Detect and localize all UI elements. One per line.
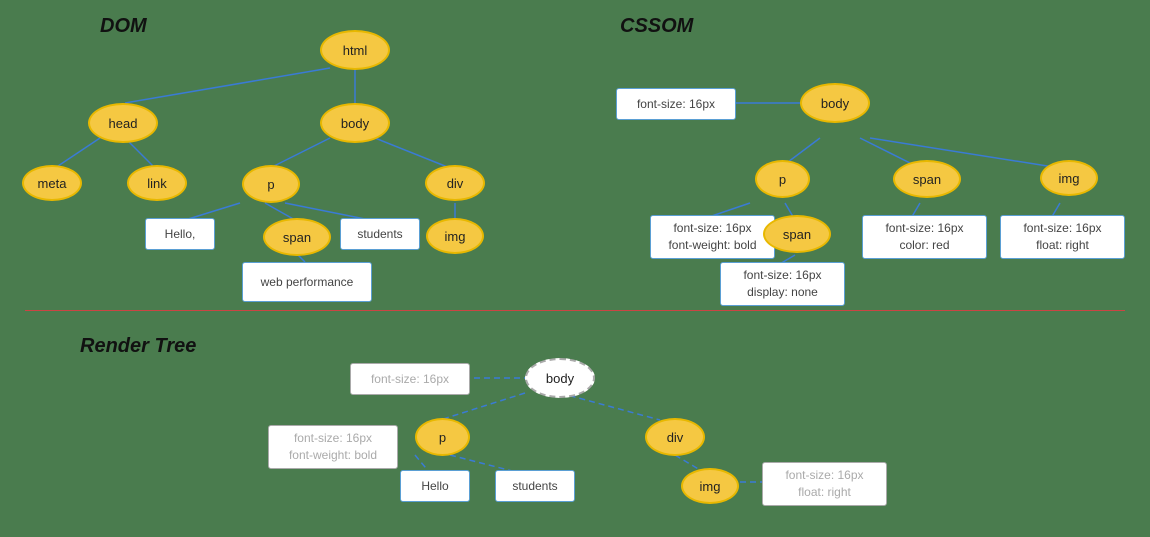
cssom-rule-span-inner-rect: font-size: 16pxdisplay: none (720, 262, 845, 306)
render-rule-body-rect: font-size: 16px (350, 363, 470, 395)
dom-meta-node: meta (22, 165, 82, 201)
dom-img-node: img (426, 218, 484, 254)
cssom-rule-span-outer-rect: font-size: 16pxcolor: red (862, 215, 987, 259)
render-body-node: body (525, 358, 595, 398)
cssom-title: CSSOM (620, 15, 693, 38)
render-rule-img-rect: font-size: 16pxfloat: right (762, 462, 887, 506)
cssom-rule-p-rect: font-size: 16pxfont-weight: bold (650, 215, 775, 259)
cssom-rule-img-rect: font-size: 16pxfloat: right (1000, 215, 1125, 259)
render-hello-rect: Hello (400, 470, 470, 502)
dom-hello-rect: Hello, (145, 218, 215, 250)
dom-web-performance-rect: web performance (242, 262, 372, 302)
dom-link-node: link (127, 165, 187, 201)
cssom-img-node: img (1040, 160, 1098, 196)
render-tree-title: Render Tree (80, 335, 196, 358)
dom-head-node: head (88, 103, 158, 143)
cssom-span-outer-node: span (893, 160, 961, 198)
render-p-node: p (415, 418, 470, 456)
cssom-rule-body-rect: font-size: 16px (616, 88, 736, 120)
dom-span-node: span (263, 218, 331, 256)
dom-p-node: p (242, 165, 300, 203)
dom-html-node: html (320, 30, 390, 70)
render-students-rect: students (495, 470, 575, 502)
section-divider (25, 310, 1125, 311)
render-div-node: div (645, 418, 705, 456)
cssom-span-inner-node: span (763, 215, 831, 253)
dom-title: DOM (100, 15, 147, 38)
render-rule-p-rect: font-size: 16pxfont-weight: bold (268, 425, 398, 469)
dom-body-node: body (320, 103, 390, 143)
render-img-node: img (681, 468, 739, 504)
cssom-body-node: body (800, 83, 870, 123)
cssom-p-node: p (755, 160, 810, 198)
dom-div-node: div (425, 165, 485, 201)
dom-students-rect: students (340, 218, 420, 250)
